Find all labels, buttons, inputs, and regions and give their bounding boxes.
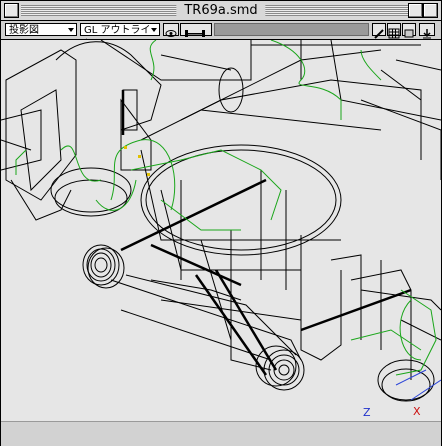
view-select-label: 投影図 (9, 25, 39, 36)
toolbar: 投影図 GL アウトライン (1, 21, 441, 49)
pencil-icon (374, 29, 384, 39)
axis-z-label: Z (363, 406, 371, 419)
title-bar[interactable]: TR69a.smd (1, 1, 441, 21)
app-window: TR69a.smd 投影図 GL アウトライン (0, 0, 442, 446)
axis-x-label: X (413, 405, 421, 418)
zoom-box[interactable] (408, 3, 423, 18)
pencil-button[interactable] (372, 23, 386, 39)
window-title: TR69a.smd (176, 2, 266, 19)
chevron-down-icon (151, 28, 157, 32)
render-select[interactable]: GL アウトライン (80, 23, 160, 49)
chevron-down-icon (68, 28, 74, 32)
grid-button[interactable] (387, 23, 401, 39)
horizontal-scrollbar[interactable] (1, 421, 441, 446)
panel-icon (404, 29, 414, 38)
collapse-box[interactable] (423, 3, 438, 18)
eye-icon (165, 30, 177, 37)
view-select[interactable]: 投影図 (5, 23, 77, 36)
panel-button[interactable] (402, 23, 416, 38)
eye-button[interactable] (163, 23, 179, 37)
move-tool-button[interactable] (180, 23, 212, 37)
3d-viewport[interactable]: Z X (0, 39, 442, 421)
download-icon (423, 29, 431, 39)
close-box[interactable] (4, 3, 19, 18)
wireframe-model (0, 39, 442, 402)
grid-icon (388, 28, 400, 39)
download-button[interactable] (419, 23, 435, 39)
dumbbell-icon (185, 30, 205, 37)
status-area (214, 23, 369, 36)
